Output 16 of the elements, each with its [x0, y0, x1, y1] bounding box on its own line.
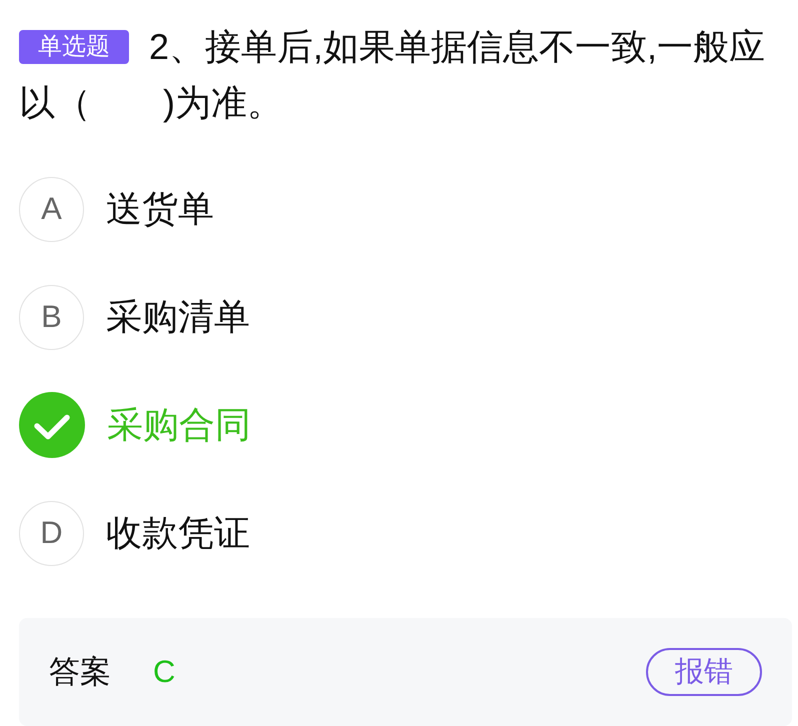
answer-option[interactable]: A 送货单: [19, 155, 792, 263]
question-text: 单选题 2、接单后,如果单据信息不一致,一般应以（ )为准。: [19, 25, 766, 125]
answer-option[interactable]: B 采购清单: [19, 263, 792, 371]
option-letter: A: [19, 176, 84, 242]
answer-value: C: [153, 654, 176, 690]
report-button[interactable]: 报错: [646, 648, 762, 696]
option-letter: B: [19, 284, 84, 350]
check-icon: [19, 392, 85, 458]
option-text: 采购合同: [107, 402, 251, 446]
answer-label: 答案: [49, 653, 111, 691]
option-text: 送货单: [106, 186, 214, 230]
option-text: 收款凭证: [106, 510, 250, 554]
option-text: 采购清单: [106, 294, 250, 338]
question-type-tag: 单选题: [19, 30, 129, 64]
answer-option[interactable]: D 收款凭证: [19, 479, 792, 587]
option-letter: D: [19, 500, 84, 566]
